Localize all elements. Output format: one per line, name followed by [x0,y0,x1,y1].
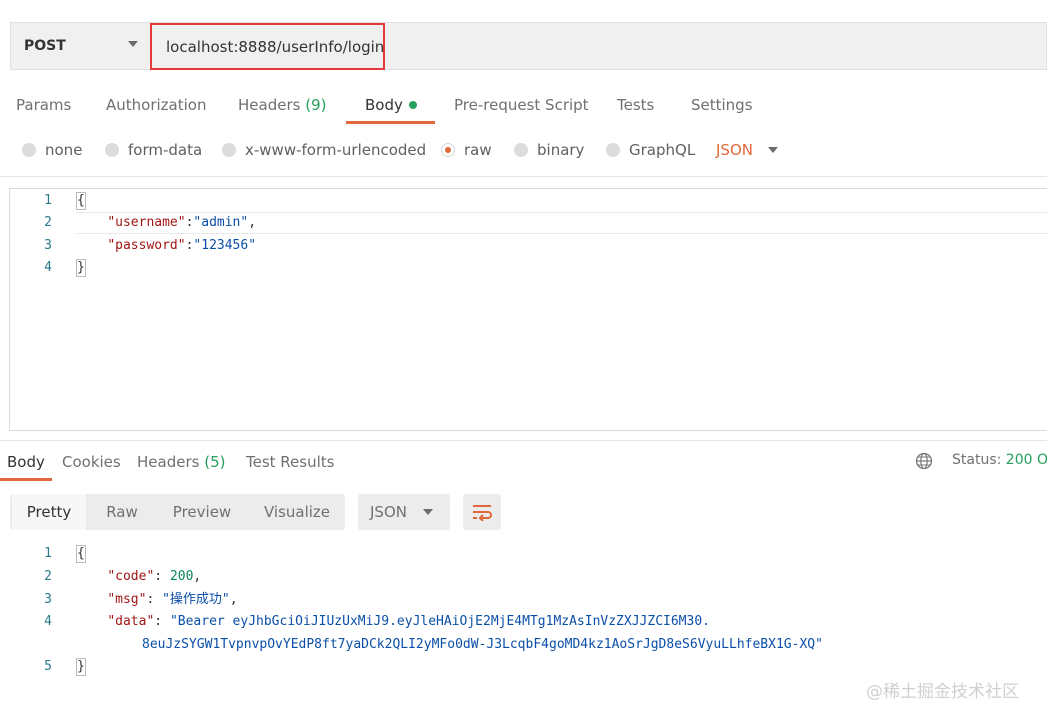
json-string: 8euJzSYGW1TvpnvpOvYEdP8ft7yaDCk2QLI2yMFo… [142,637,823,652]
code-line: "code": 200, [107,569,202,584]
divider [0,176,1047,177]
line-number: 4 [44,260,52,275]
json-key: "msg" [107,592,147,607]
response-tab-headers-label: Headers [137,453,200,471]
view-visualize-button[interactable]: Visualize [252,494,342,530]
json-string: "admin" [193,215,249,230]
divider [0,440,1047,441]
json-key: "data" [107,614,155,629]
body-indicator-dot [408,100,417,109]
status-label: Status: [952,452,1002,468]
radio-circle [222,143,236,157]
json-key: "password" [107,238,186,253]
response-tab-headers[interactable]: Headers (5) [137,451,225,473]
line-number: 2 [44,215,52,230]
response-tab-test-results[interactable]: Test Results [246,451,334,473]
json-string: "操作成功" [162,592,230,607]
radio-raw[interactable]: raw [441,140,492,160]
tab-headers-count: (9) [305,96,327,114]
watermark: @稀土掘金技术社区 [866,682,1019,702]
radio-graphql-label: GraphQL [629,141,696,159]
radio-circle-selected [441,143,455,157]
radio-urlencoded[interactable]: x-www-form-urlencoded [222,140,426,160]
radio-none[interactable]: none [22,140,82,160]
tab-body[interactable]: Body [365,94,417,116]
line-number: 1 [44,193,52,208]
active-tab-underline [0,478,52,481]
response-tab-cookies[interactable]: Cookies [62,451,121,473]
chevron-down-icon[interactable] [423,509,433,515]
close-brace: } [76,658,86,676]
active-tab-underline [346,121,435,124]
radio-form-data[interactable]: form-data [105,140,202,160]
radio-binary-label: binary [537,141,585,159]
code-line: { [76,543,86,565]
tab-settings[interactable]: Settings [691,94,753,116]
status-value: 200 OK [1005,452,1047,468]
code-line: } [76,656,86,678]
open-brace: { [76,545,86,563]
view-raw-button[interactable]: Raw [90,494,154,530]
chevron-down-icon [128,41,138,47]
tab-tests[interactable]: Tests [617,94,654,116]
tab-params[interactable]: Params [16,94,71,116]
radio-circle [105,143,119,157]
tab-authorization[interactable]: Authorization [106,94,206,116]
radio-form-data-label: form-data [128,141,203,159]
response-format-label: JSON [370,503,407,521]
view-pretty-button[interactable]: Pretty [12,494,86,530]
tab-headers[interactable]: Headers (9) [238,94,326,116]
globe-icon[interactable] [915,452,933,470]
line-number: 2 [44,569,52,584]
tab-body-label: Body [365,96,403,114]
code-line: "username":"admin", [107,215,257,230]
body-language-select[interactable]: JSON [716,140,753,160]
line-number: 3 [44,592,52,607]
method-selector[interactable]: POST [10,22,150,70]
radio-raw-label: raw [464,141,492,159]
body-language-label: JSON [716,141,753,159]
json-string: "Bearer eyJhbGciOiJIUzUxMiJ9.eyJleHAiOjE… [169,614,710,629]
line-number: 4 [44,614,52,629]
line-number: 5 [44,659,52,674]
code-line-wrapped: 8euJzSYGW1TvpnvpOvYEdP8ft7yaDCk2QLI2yMFo… [142,634,823,656]
json-key: "code" [107,569,155,584]
open-brace: { [76,192,86,210]
close-brace: } [76,259,86,277]
code-line: "password":"123456" [107,238,257,253]
method-label: POST [24,38,66,54]
response-format-select[interactable]: JSON [358,494,450,530]
radio-urlencoded-label: x-www-form-urlencoded [245,141,427,159]
radio-none-label: none [45,141,83,159]
json-number: 200 [169,569,194,584]
tab-prerequest-script[interactable]: Pre-request Script [454,94,589,116]
radio-circle [22,143,36,157]
chevron-down-icon[interactable] [768,147,778,153]
line-number: 3 [44,238,52,253]
json-string: "123456" [193,238,257,253]
json-key: "username" [107,215,186,230]
code-line: { [76,190,86,212]
code-line: "msg": "操作成功", [107,592,238,607]
code-line: } [76,257,86,279]
radio-graphql[interactable]: GraphQL [606,140,695,160]
response-tab-body[interactable]: Body [7,451,45,473]
tab-headers-label: Headers [238,96,301,114]
url-input[interactable] [150,23,385,70]
radio-circle [514,143,528,157]
wrap-lines-icon [473,505,492,521]
wrap-lines-button[interactable] [463,494,501,530]
view-preview-button[interactable]: Preview [162,494,242,530]
line-number: 1 [44,546,52,561]
radio-binary[interactable]: binary [514,140,584,160]
code-line: "data": "Bearer eyJhbGciOiJIUzUxMiJ9.eyJ… [107,614,710,629]
radio-circle [606,143,620,157]
response-status: Status: 200 OK [952,452,1047,468]
response-tab-headers-count: (5) [204,453,226,471]
